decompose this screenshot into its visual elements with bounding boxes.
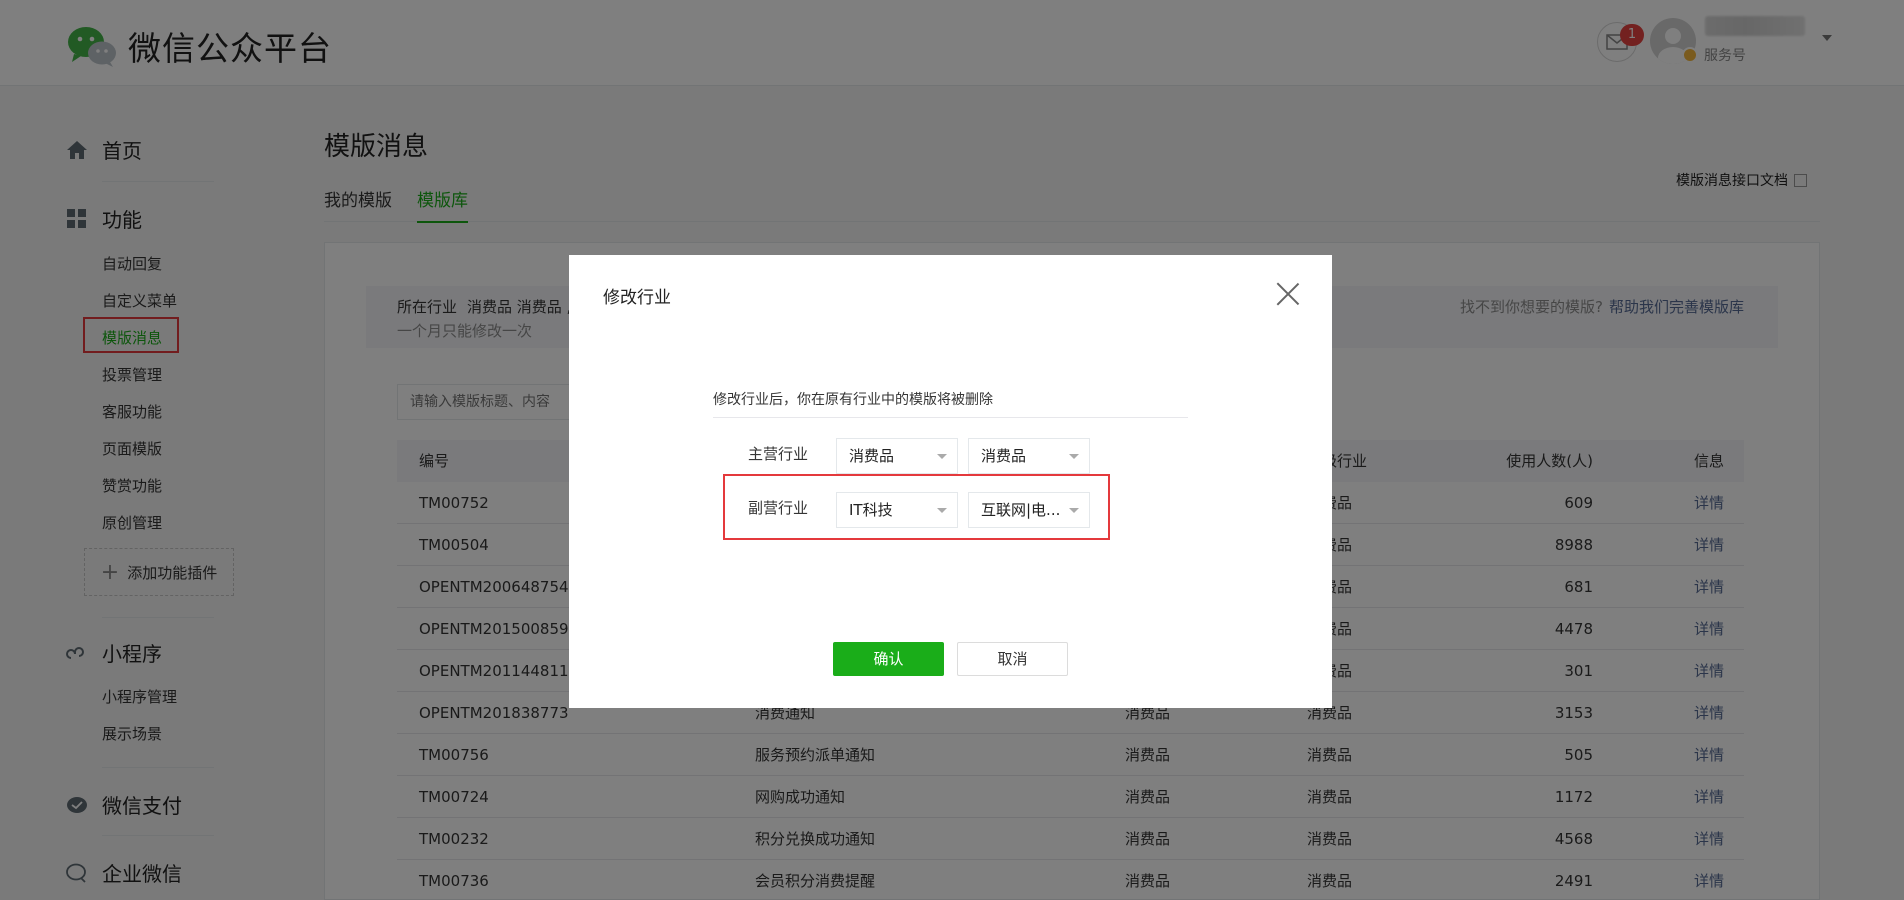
secondary-industry-select-1[interactable]: IT科技 — [836, 492, 958, 528]
close-icon[interactable] — [1275, 281, 1301, 307]
modify-industry-dialog: 修改行业 修改行业后，你在原有行业中的模版将被删除 主营行业 消费品 消费品 副… — [569, 255, 1332, 708]
chevron-down-icon — [1069, 508, 1079, 513]
chevron-down-icon — [937, 454, 947, 459]
secondary-industry-label: 副营行业 — [748, 499, 809, 517]
chevron-down-icon — [937, 508, 947, 513]
cancel-button[interactable]: 取消 — [957, 642, 1068, 676]
primary-industry-value-1: 消费品 — [849, 447, 895, 465]
chevron-down-icon — [1069, 454, 1079, 459]
secondary-industry-value-2: 互联网|电... — [981, 501, 1061, 519]
confirm-button[interactable]: 确认 — [833, 642, 944, 676]
primary-industry-label: 主营行业 — [748, 445, 809, 463]
primary-industry-select-1[interactable]: 消费品 — [836, 438, 958, 474]
secondary-industry-value-1: IT科技 — [849, 501, 893, 519]
primary-industry-value-2: 消费品 — [981, 447, 1027, 465]
primary-industry-select-2[interactable]: 消费品 — [968, 438, 1090, 474]
dialog-warning: 修改行业后，你在原有行业中的模版将被删除 — [713, 389, 1188, 418]
dialog-title: 修改行业 — [603, 288, 671, 308]
secondary-industry-select-2[interactable]: 互联网|电... — [968, 492, 1090, 528]
